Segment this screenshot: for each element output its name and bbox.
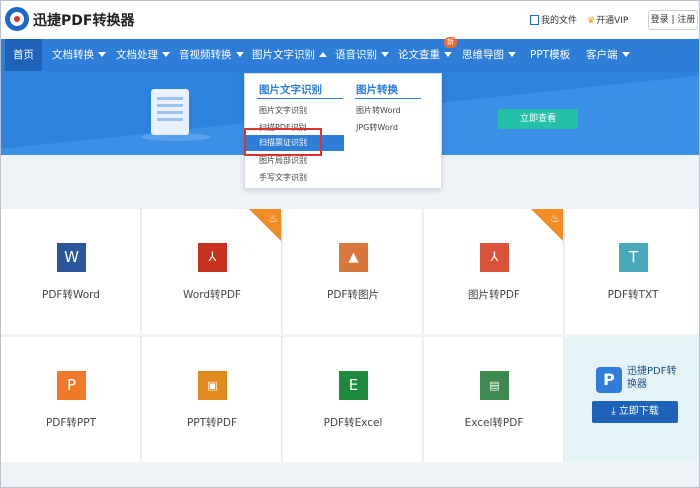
nav-thesis-check-label: 论文查重 [398, 49, 440, 61]
chevron-down-icon [235, 52, 244, 57]
menu-item-handwriting-ocr[interactable]: 手写文字识别 [259, 172, 307, 183]
pdf-icon: ⅄ [198, 243, 227, 272]
nav-doc-process[interactable]: 文档处理 [116, 39, 170, 71]
tool-label: Word转PDF [183, 289, 241, 301]
nav-av-convert[interactable]: 音视频转换 [179, 39, 244, 71]
view-now-button[interactable]: 立即查看 [498, 109, 578, 129]
promo-app-name: 迅捷PDF转换器 [627, 366, 677, 390]
tool-label: PPT转PDF [186, 417, 238, 429]
tool-card-ppt-to-pdf[interactable]: ▣ PPT转PDF [142, 337, 282, 462]
chevron-down-icon [508, 52, 516, 57]
dropdown-col2-title: 图片转换 [356, 84, 398, 96]
nav-mindmap[interactable]: 思维导图 [462, 39, 516, 71]
nav-home[interactable]: 首页 [5, 39, 42, 71]
separator: | [671, 15, 675, 25]
chevron-down-icon [444, 52, 452, 57]
file-icon [530, 15, 539, 25]
dropdown-col1-title: 图片文字识别 [259, 84, 322, 96]
tool-label: PDF转PPT [45, 417, 97, 429]
login-register-box: 登录 | 注册 [648, 10, 698, 30]
menu-item-partial-image-ocr[interactable]: 图片局部识别 [259, 155, 307, 166]
tool-label: PDF转TXT [607, 289, 659, 301]
download-now-button[interactable]: ⤓ 立即下载 [592, 401, 678, 423]
divider [257, 98, 343, 99]
nav-mindmap-label: 思维导图 [462, 49, 504, 61]
crown-icon: ♛ [587, 16, 596, 26]
app-window: 迅捷PDF转换器 我的文件 ♛开通VIP 登录 | 注册 首页 文档转换 文档处… [0, 0, 700, 488]
tool-card-pdf-to-word[interactable]: W PDF转Word [1, 209, 141, 334]
nav-speech[interactable]: 语音识别 [335, 39, 389, 71]
tool-card-pdf-to-txt[interactable]: T PDF转TXT [565, 209, 699, 334]
main-nav: 首页 文档转换 文档处理 音视频转换 图片文字识别 语音识别 论文查重新 思维导… [1, 37, 699, 71]
download-now-label: 立即下载 [618, 406, 659, 417]
excel-icon: E [339, 371, 368, 400]
highlight-box [244, 128, 322, 156]
nav-ocr[interactable]: 图片文字识别 [252, 39, 327, 71]
app-logo-icon: P [596, 367, 622, 393]
tool-label: PDF转图片 [327, 289, 379, 301]
menu-item-image-ocr[interactable]: 图片文字识别 [259, 105, 307, 116]
nav-ppt-template[interactable]: PPT模板 [530, 39, 570, 71]
flame-icon: ♨ [268, 212, 278, 225]
chevron-down-icon [98, 52, 106, 57]
nav-client-label: 客户端 [586, 49, 618, 61]
my-files-link[interactable]: 我的文件 [530, 13, 577, 26]
nav-thesis-check[interactable]: 论文查重新 [398, 37, 457, 71]
nav-ocr-label: 图片文字识别 [252, 49, 315, 61]
chevron-up-icon [319, 52, 327, 57]
ppt-file-icon: ▣ [198, 371, 227, 400]
nav-client[interactable]: 客户端 [586, 39, 630, 71]
document-illustration-icon [151, 89, 189, 135]
tool-label: PDF转Word [42, 289, 100, 301]
nav-doc-process-label: 文档处理 [116, 49, 158, 61]
register-link[interactable]: 注册 [677, 15, 695, 25]
word-icon: W [57, 243, 86, 272]
tool-card-pdf-to-image[interactable]: ▲ PDF转图片 [283, 209, 423, 334]
nav-speech-label: 语音识别 [335, 49, 377, 61]
tool-label: Excel转PDF [464, 417, 524, 429]
tool-label: PDF转Excel [323, 417, 383, 429]
pdf-file-icon: ▤ [480, 371, 509, 400]
brand-name[interactable]: 迅捷PDF转换器 [33, 10, 134, 30]
menu-item-jpg-to-word[interactable]: JPG转Word [356, 122, 398, 133]
nav-doc-convert[interactable]: 文档转换 [52, 39, 106, 71]
image-icon: ▲ [339, 243, 368, 272]
brand-logo-icon[interactable] [5, 7, 29, 31]
tool-card-pdf-to-ppt[interactable]: P PDF转PPT [1, 337, 141, 462]
ppt-icon: P [57, 371, 86, 400]
download-promo-card: P 迅捷PDF转换器 ⤓ 立即下载 [565, 337, 699, 462]
vip-label: 开通VIP [596, 16, 629, 26]
tool-grid: W PDF转Word ⅄ Word转PDF ♨ ▲ PDF转图片 ⅄ 图片转PD… [1, 209, 699, 467]
chevron-down-icon [621, 52, 630, 57]
tool-card-excel-to-pdf[interactable]: ▤ Excel转PDF [424, 337, 564, 462]
my-files-label: 我的文件 [541, 16, 578, 26]
nav-av-convert-label: 音视频转换 [179, 49, 232, 61]
menu-item-image-to-word[interactable]: 图片转Word [356, 105, 401, 116]
tool-card-word-to-pdf[interactable]: ⅄ Word转PDF ♨ [142, 209, 282, 334]
nav-doc-convert-label: 文档转换 [52, 49, 94, 61]
download-icon: ⤓ [611, 406, 619, 417]
pdf-icon: ⅄ [480, 243, 509, 272]
login-link[interactable]: 登录 [651, 15, 669, 25]
tool-card-image-to-pdf[interactable]: ⅄ 图片转PDF ♨ [424, 209, 564, 334]
vip-link[interactable]: ♛开通VIP [587, 13, 628, 26]
tool-label: 图片转PDF [468, 289, 520, 301]
tool-card-pdf-to-excel[interactable]: E PDF转Excel [283, 337, 423, 462]
top-header: 迅捷PDF转换器 我的文件 ♛开通VIP 登录 | 注册 [1, 1, 699, 39]
bottom-strip [1, 467, 699, 487]
flame-icon: ♨ [550, 212, 560, 225]
new-badge: 新 [444, 37, 457, 48]
divider [355, 98, 421, 99]
chevron-down-icon [381, 52, 389, 57]
chevron-down-icon [162, 52, 170, 57]
txt-icon: T [619, 243, 648, 272]
